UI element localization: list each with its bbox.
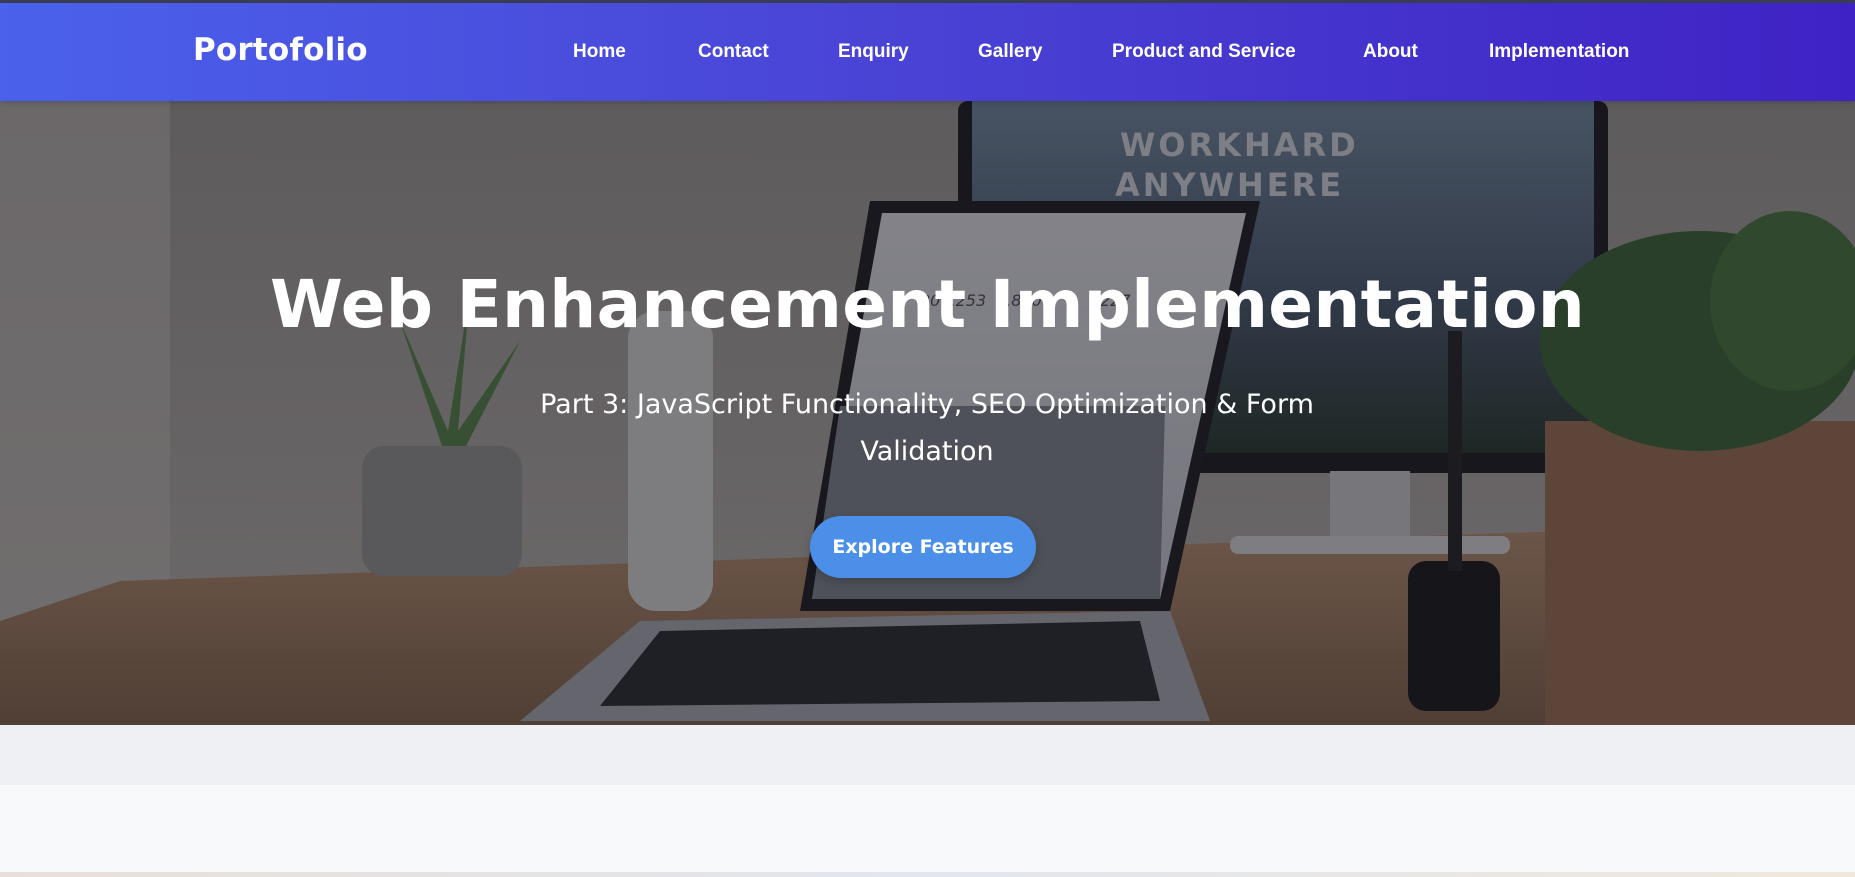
explore-features-button[interactable]: Explore Features bbox=[810, 516, 1036, 578]
hero-subtitle: Part 3: JavaScript Functionality, SEO Op… bbox=[540, 389, 1314, 467]
hero-section: WORKHARD ANYWHERE 206,2533,820227 Web En… bbox=[0, 101, 1855, 725]
nav-link-enquiry[interactable]: Enquiry bbox=[838, 41, 909, 67]
hero-content: Web Enhancement Implementation Part 3: J… bbox=[0, 101, 1855, 725]
nav-link-product-and-service[interactable]: Product and Service bbox=[1112, 41, 1296, 67]
nav-link-about[interactable]: About bbox=[1363, 41, 1418, 67]
nav-link-home[interactable]: Home bbox=[573, 41, 626, 67]
section-divider-band bbox=[0, 725, 1855, 785]
nav-link-contact[interactable]: Contact bbox=[698, 41, 769, 67]
nav-link-gallery[interactable]: Gallery bbox=[978, 41, 1042, 67]
nav-menu: Home Contact Enquiry Gallery Product and… bbox=[0, 3, 1855, 101]
navbar: Portofolio Home Contact Enquiry Gallery … bbox=[0, 3, 1855, 101]
page-bottom-edge bbox=[0, 872, 1855, 877]
next-section bbox=[0, 785, 1855, 877]
hero-title: Web Enhancement Implementation bbox=[269, 266, 1585, 343]
nav-link-implementation[interactable]: Implementation bbox=[1489, 41, 1629, 67]
